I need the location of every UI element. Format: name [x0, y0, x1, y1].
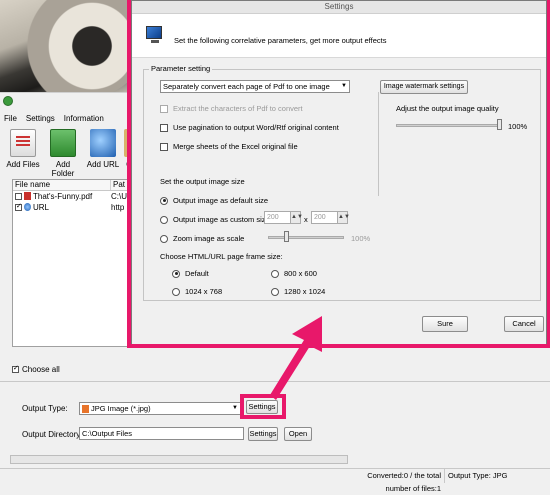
annotation-arrow	[270, 316, 322, 400]
annotation-arrow-shape	[270, 316, 322, 400]
